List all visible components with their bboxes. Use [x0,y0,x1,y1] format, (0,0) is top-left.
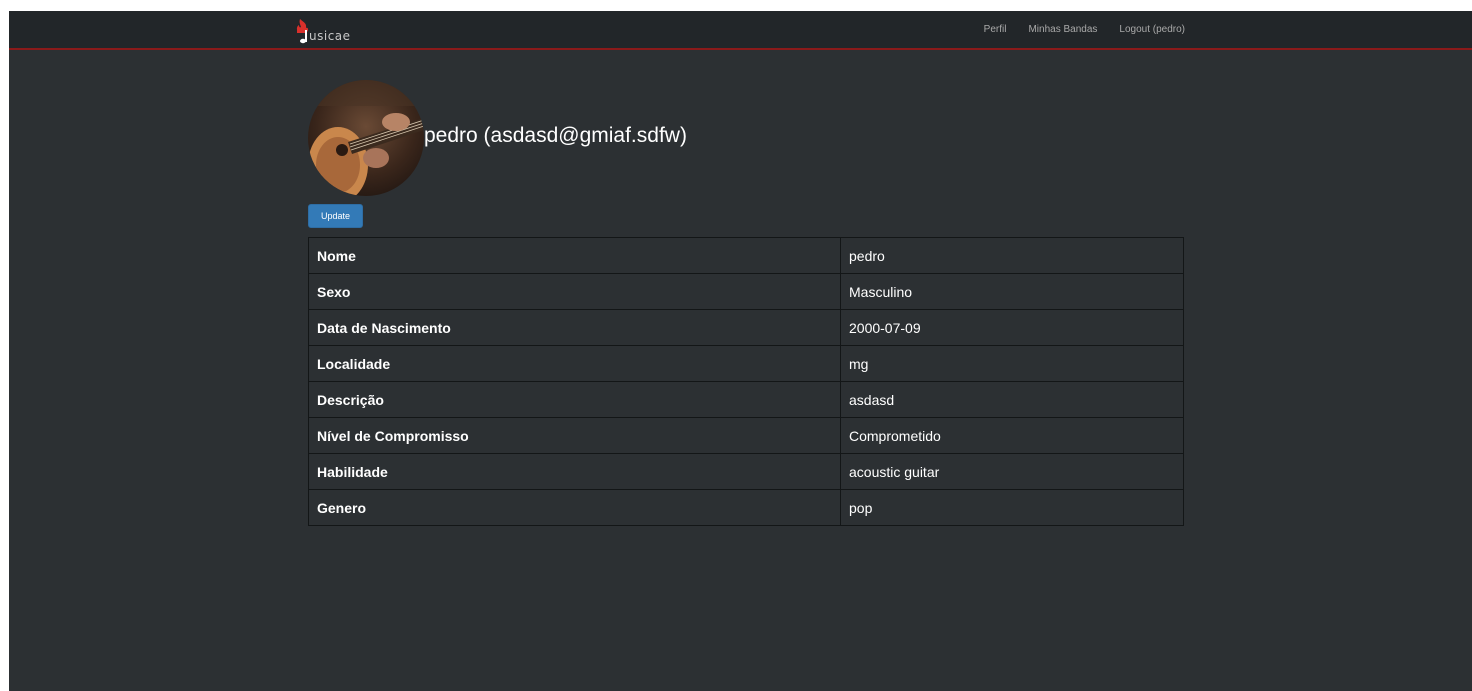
row-value: 2000-07-09 [840,309,1184,346]
row-label: Nome [308,237,841,274]
row-value: Masculino [840,273,1184,310]
row-label: Habilidade [308,453,841,490]
update-button[interactable]: Update [308,204,363,228]
nav-link-perfil[interactable]: Perfil [984,24,1007,35]
table-row: Data de Nascimento 2000-07-09 [308,309,1184,346]
music-note-flame-icon [296,19,309,44]
nav-link-logout[interactable]: Logout (pedro) [1119,24,1185,35]
row-label: Descrição [308,381,841,418]
row-value: Comprometido [840,417,1184,454]
brand-logo[interactable]: usicae [291,16,351,44]
table-row: Genero pop [308,489,1184,526]
profile-header: pedro (asdasd@gmiaf.sdfw) [308,80,687,196]
table-row: Localidade mg [308,345,1184,382]
brand-text: usicae [309,29,351,43]
table-row: Sexo Masculino [308,273,1184,310]
row-label: Nível de Compromisso [308,417,841,454]
row-value: asdasd [840,381,1184,418]
nav-links: Perfil Minhas Bandas Logout (pedro) [984,11,1185,48]
table-row: Habilidade acoustic guitar [308,453,1184,490]
profile-title: pedro (asdasd@gmiaf.sdfw) [424,124,687,147]
row-label: Genero [308,489,841,526]
avatar [308,80,424,196]
table-row: Nome pedro [308,237,1184,274]
table-row: Nível de Compromisso Comprometido [308,417,1184,454]
guitar-photo-icon [308,80,424,196]
row-value: mg [840,345,1184,382]
navbar: usicae Perfil Minhas Bandas Logout (pedr… [9,11,1472,50]
profile-details-table: Nome pedro Sexo Masculino Data de Nascim… [308,237,1184,526]
page: usicae Perfil Minhas Bandas Logout (pedr… [9,11,1472,691]
row-value: pop [840,489,1184,526]
row-value: acoustic guitar [840,453,1184,490]
row-value: pedro [840,237,1184,274]
row-label: Localidade [308,345,841,382]
table-row: Descrição asdasd [308,381,1184,418]
row-label: Sexo [308,273,841,310]
row-label: Data de Nascimento [308,309,841,346]
nav-link-minhas-bandas[interactable]: Minhas Bandas [1028,24,1097,35]
